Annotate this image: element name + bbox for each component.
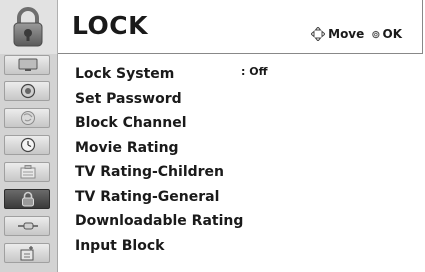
sidebar-item-lock[interactable] — [4, 189, 50, 209]
ok-button-icon: ⊚ — [371, 27, 381, 41]
sidebar-item-time[interactable] — [4, 135, 50, 155]
dpad-icon — [311, 27, 326, 41]
sidebar-item-picture[interactable] — [4, 55, 50, 75]
tv-menu-screen: LOCK Move ⊚ OK Lock System Set Password … — [0, 0, 425, 272]
sidebar-item-channel[interactable] — [4, 108, 50, 128]
sidebar-item-usb[interactable] — [4, 243, 50, 263]
menu-item-set-password[interactable]: Set Password — [75, 87, 243, 112]
page-title: LOCK — [72, 11, 149, 40]
menu-item-tv-rating-children[interactable]: TV Rating-Children — [75, 160, 243, 185]
category-sidebar — [0, 54, 58, 272]
picture-icon — [18, 58, 38, 71]
hint-move-label: Move — [328, 27, 365, 41]
menu-item-downloadable-rating[interactable]: Downloadable Rating — [75, 209, 243, 234]
menu-header: LOCK Move ⊚ OK — [0, 0, 423, 54]
usb-icon — [20, 246, 34, 261]
audio-icon — [20, 83, 36, 99]
menu-item-input-block[interactable]: Input Block — [75, 234, 243, 259]
header-lock-icon-box — [0, 0, 58, 54]
menu-item-lock-system[interactable]: Lock System — [75, 62, 243, 87]
sidebar-item-option[interactable] — [4, 162, 50, 182]
input-icon — [18, 222, 38, 230]
lock-icon — [13, 7, 43, 47]
lock-system-value: : Off — [241, 65, 268, 78]
option-icon — [20, 165, 36, 179]
sidebar-item-input[interactable] — [4, 216, 50, 236]
navigation-hint: Move ⊚ OK — [311, 27, 402, 41]
sidebar-item-audio[interactable] — [4, 81, 50, 101]
menu-item-movie-rating[interactable]: Movie Rating — [75, 136, 243, 161]
hint-ok-label: OK — [382, 27, 403, 41]
channel-icon — [21, 111, 35, 125]
menu-item-block-channel[interactable]: Block Channel — [75, 111, 243, 136]
menu-item-tv-rating-general[interactable]: TV Rating-General — [75, 185, 243, 210]
clock-icon — [20, 137, 36, 153]
lock-icon — [22, 191, 34, 207]
lock-menu-list: Lock System Set Password Block Channel M… — [75, 62, 243, 258]
